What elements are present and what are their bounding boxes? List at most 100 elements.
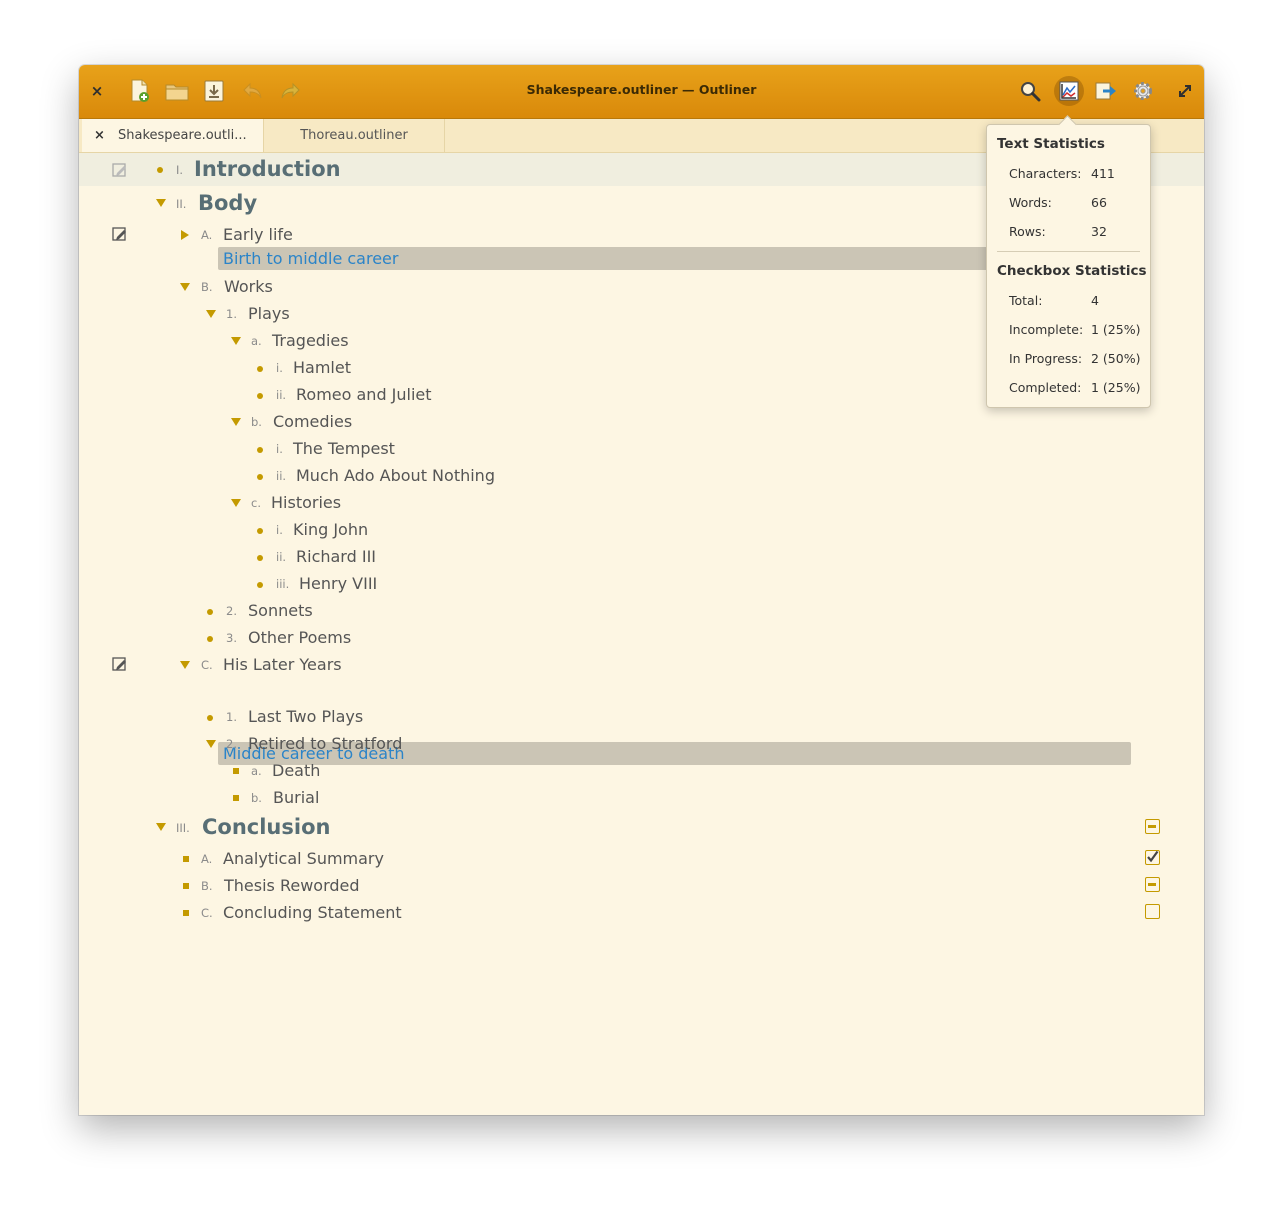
checkbox-incomplete[interactable] xyxy=(1145,904,1160,919)
bullet-icon xyxy=(207,715,213,721)
disclosure-triangle-expanded-icon[interactable] xyxy=(205,308,217,320)
row-text[interactable]: Other Poems xyxy=(248,628,351,647)
row-number: ii. xyxy=(276,388,287,402)
export-button[interactable] xyxy=(1093,78,1119,104)
search-button[interactable] xyxy=(1017,78,1043,104)
outline-row-later-years[interactable]: C. His Later Years xyxy=(79,652,1204,679)
row-text[interactable]: Works xyxy=(224,277,273,296)
row-number: 1. xyxy=(226,710,237,724)
characters-label: Characters: xyxy=(1009,166,1082,181)
row-text[interactable]: Concluding Statement xyxy=(223,903,402,922)
row-text[interactable]: Body xyxy=(198,191,257,215)
disclosure-triangle-collapsed-icon[interactable] xyxy=(179,229,191,241)
bullet-icon xyxy=(207,636,213,642)
disclosure-triangle-expanded-icon[interactable] xyxy=(230,497,242,509)
in-progress-dash-icon xyxy=(1148,883,1156,886)
incomplete-value: 1 (25%) xyxy=(1091,322,1141,337)
disclosure-triangle-expanded-icon[interactable] xyxy=(205,738,217,750)
checkbox-completed[interactable] xyxy=(1145,850,1160,865)
row-text[interactable]: Last Two Plays xyxy=(248,707,363,726)
row-text[interactable]: Richard III xyxy=(296,547,376,566)
header-bar: × Shakespeare.outliner — Outliner xyxy=(79,65,1204,119)
outline-row-conclusion[interactable]: III. Conclusion xyxy=(79,814,1204,841)
close-tab-icon[interactable]: × xyxy=(94,119,105,152)
row-number: II. xyxy=(176,197,187,211)
disclosure-triangle-expanded-icon[interactable] xyxy=(230,416,242,428)
row-text[interactable]: Early life xyxy=(223,225,293,244)
statistics-button[interactable] xyxy=(1056,78,1082,104)
outline-row-retired[interactable]: 2. Retired to Stratford xyxy=(79,731,1204,758)
row-text[interactable]: Comedies xyxy=(273,412,352,431)
disclosure-triangle-expanded-icon[interactable] xyxy=(155,821,167,833)
statistics-popover: Text Statistics Characters: 411 Words: 6… xyxy=(986,115,1151,408)
row-text[interactable]: Sonnets xyxy=(248,601,313,620)
outline-row-tempest[interactable]: i. The Tempest xyxy=(79,436,1204,463)
row-text[interactable]: King John xyxy=(293,520,368,539)
row-number: 3. xyxy=(226,631,237,645)
row-number: B. xyxy=(201,280,213,294)
outline-row-richard[interactable]: ii. Richard III xyxy=(79,544,1204,571)
chart-statistics-icon xyxy=(1059,81,1079,101)
disclosure-triangle-expanded-icon[interactable] xyxy=(179,281,191,293)
outline-row-analytical-summary[interactable]: A. Analytical Summary xyxy=(79,846,1204,873)
outline-row-much-ado[interactable]: ii. Much Ado About Nothing xyxy=(79,463,1204,490)
total-label: Total: xyxy=(1009,293,1043,308)
disclosure-triangle-expanded-icon[interactable] xyxy=(230,335,242,347)
row-text[interactable]: Retired to Stratford xyxy=(248,734,402,753)
outline-row-concluding-statement[interactable]: C. Concluding Statement xyxy=(79,900,1204,927)
words-value: 66 xyxy=(1091,195,1107,210)
export-icon xyxy=(1095,82,1116,100)
outline-row-comedies[interactable]: b. Comedies xyxy=(79,409,1204,436)
outline-row-henry[interactable]: iii. Henry VIII xyxy=(79,571,1204,598)
preferences-button[interactable] xyxy=(1130,78,1156,104)
row-number: B. xyxy=(201,879,213,893)
checkbox-statistics-heading: Checkbox Statistics xyxy=(997,263,1147,279)
fullscreen-icon xyxy=(1179,85,1191,97)
outline-row-sonnets[interactable]: 2. Sonnets xyxy=(79,598,1204,625)
row-number: ii. xyxy=(276,550,287,564)
outline-row-thesis-reworded[interactable]: B. Thesis Reworded xyxy=(79,873,1204,900)
row-text[interactable]: Death xyxy=(272,761,320,780)
row-text[interactable]: Introduction xyxy=(194,157,341,181)
row-text[interactable]: The Tempest xyxy=(293,439,395,458)
bullet-icon xyxy=(257,582,263,588)
in-progress-dash-icon xyxy=(1148,825,1156,828)
outline-row-other-poems[interactable]: 3. Other Poems xyxy=(79,625,1204,652)
row-text[interactable]: Conclusion xyxy=(202,815,330,839)
row-number: 2. xyxy=(226,737,237,751)
row-text[interactable]: Burial xyxy=(273,788,319,807)
row-text[interactable]: Hamlet xyxy=(293,358,351,377)
row-text[interactable]: Romeo and Juliet xyxy=(296,385,432,404)
bullet-icon xyxy=(157,167,163,173)
row-number: b. xyxy=(251,415,262,429)
row-text[interactable]: Histories xyxy=(271,493,341,512)
completed-value: 1 (25%) xyxy=(1091,380,1141,395)
gear-icon xyxy=(1134,82,1152,100)
row-text[interactable]: Tragedies xyxy=(272,331,349,350)
checkbox-in-progress[interactable] xyxy=(1145,819,1160,834)
outline-row-death[interactable]: a. Death xyxy=(79,758,1204,785)
row-number: A. xyxy=(201,852,213,866)
outline-row-king-john[interactable]: i. King John xyxy=(79,517,1204,544)
checkbox-in-progress[interactable] xyxy=(1145,877,1160,892)
row-text[interactable]: Plays xyxy=(248,304,290,323)
disclosure-triangle-expanded-icon[interactable] xyxy=(179,659,191,671)
disclosure-triangle-expanded-icon[interactable] xyxy=(155,197,167,209)
outline-row-burial[interactable]: b. Burial xyxy=(79,785,1204,812)
row-text[interactable]: Thesis Reworded xyxy=(224,876,360,895)
row-number: a. xyxy=(251,764,262,778)
row-text[interactable]: His Later Years xyxy=(223,655,342,674)
fullscreen-button[interactable] xyxy=(1172,78,1198,104)
row-text[interactable]: Henry VIII xyxy=(299,574,377,593)
tab-label: Thoreau.outliner xyxy=(300,128,408,143)
row-number: C. xyxy=(201,906,213,920)
characters-value: 411 xyxy=(1091,166,1115,181)
tab-thoreau[interactable]: Thoreau.outliner xyxy=(264,119,445,152)
row-text[interactable]: Analytical Summary xyxy=(223,849,384,868)
in-progress-label: In Progress: xyxy=(1009,351,1083,366)
outline-row-histories[interactable]: c. Histories xyxy=(79,490,1204,517)
row-text[interactable]: Much Ado About Nothing xyxy=(296,466,495,485)
row-number: III. xyxy=(176,821,190,835)
tab-shakespeare[interactable]: × Shakespeare.outli... xyxy=(82,119,264,152)
outline-row-last-two-plays[interactable]: 1. Last Two Plays xyxy=(79,704,1204,731)
